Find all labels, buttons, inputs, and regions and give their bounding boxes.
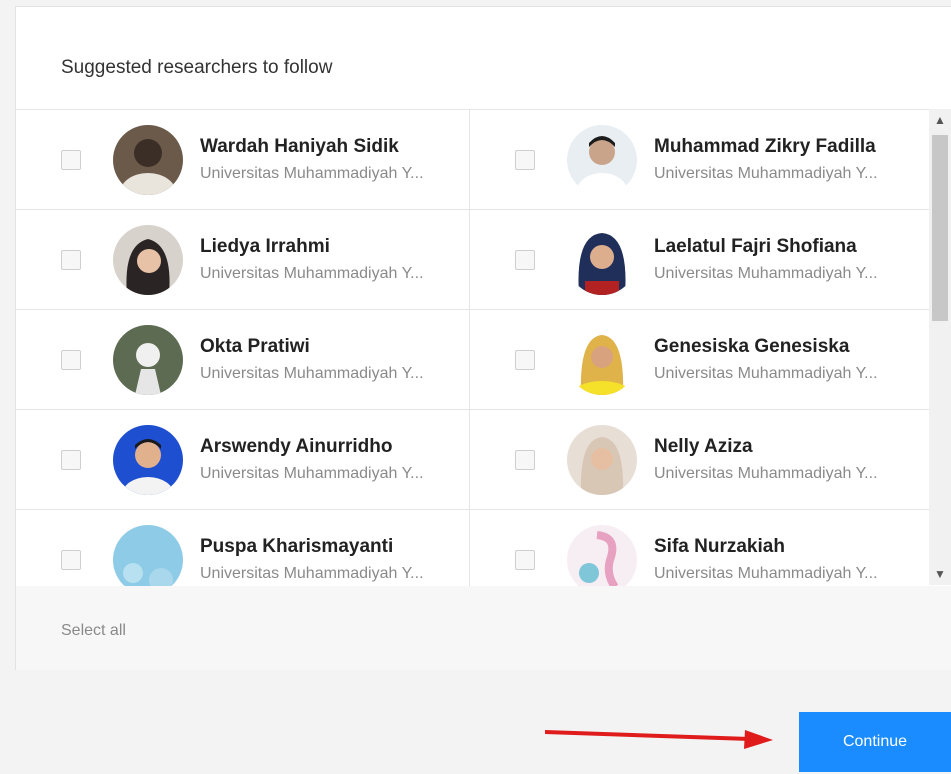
avatar [113, 325, 183, 395]
red-arrow-icon [545, 730, 773, 749]
researcher-card[interactable]: Nelly Aziza Universitas Muhammadiyah Y..… [470, 410, 929, 509]
researcher-affiliation: Universitas Muhammadiyah Y... [654, 365, 878, 382]
follow-checkbox[interactable] [61, 450, 81, 470]
researcher-affiliation: Universitas Muhammadiyah Y... [654, 565, 878, 582]
researcher-name[interactable]: Liedya Irrahmi [200, 236, 330, 258]
avatar [113, 425, 183, 495]
researcher-name[interactable]: Puspa Kharismayanti [200, 536, 393, 558]
avatar [567, 425, 637, 495]
avatar [567, 125, 637, 195]
researcher-row: Arswendy Ainurridho Universitas Muhammad… [16, 410, 929, 510]
follow-checkbox[interactable] [515, 150, 535, 170]
researcher-card[interactable]: Okta Pratiwi Universitas Muhammadiyah Y.… [16, 310, 470, 409]
researcher-name[interactable]: Arswendy Ainurridho [200, 436, 392, 458]
researcher-affiliation: Universitas Muhammadiyah Y... [200, 465, 424, 482]
avatar [567, 325, 637, 395]
researcher-row: Liedya Irrahmi Universitas Muhammadiyah … [16, 210, 929, 310]
avatar [113, 125, 183, 195]
dialog-footer: Select all [16, 586, 951, 670]
researcher-card[interactable]: Puspa Kharismayanti Universitas Muhammad… [16, 510, 470, 586]
avatar [113, 225, 183, 295]
researcher-row: Wardah Haniyah Sidik Universitas Muhamma… [16, 110, 929, 210]
chevron-down-icon[interactable]: ▼ [929, 563, 951, 585]
researcher-affiliation: Universitas Muhammadiyah Y... [200, 165, 424, 182]
researcher-card[interactable]: Genesiska Genesiska Universitas Muhammad… [470, 310, 929, 409]
researcher-list: Wardah Haniyah Sidik Universitas Muhamma… [16, 109, 929, 587]
researcher-card[interactable]: Arswendy Ainurridho Universitas Muhammad… [16, 410, 470, 509]
follow-checkbox[interactable] [61, 550, 81, 570]
researcher-name[interactable]: Laelatul Fajri Shofiana [654, 236, 857, 258]
follow-checkbox[interactable] [515, 450, 535, 470]
researcher-affiliation: Universitas Muhammadiyah Y... [200, 265, 424, 282]
researcher-card[interactable]: Sifa Nurzakiah Universitas Muhammadiyah … [470, 510, 929, 586]
researcher-card[interactable]: Wardah Haniyah Sidik Universitas Muhamma… [16, 110, 470, 209]
select-all-link[interactable]: Select all [61, 622, 126, 640]
chevron-up-icon[interactable]: ▲ [929, 109, 951, 131]
follow-checkbox[interactable] [515, 550, 535, 570]
researcher-card[interactable]: Laelatul Fajri Shofiana Universitas Muha… [470, 210, 929, 309]
researcher-affiliation: Universitas Muhammadiyah Y... [654, 465, 878, 482]
researcher-name[interactable]: Genesiska Genesiska [654, 336, 849, 358]
scrollbar[interactable]: ▲ ▼ [929, 109, 951, 585]
follow-checkbox[interactable] [61, 150, 81, 170]
researcher-name[interactable]: Muhammad Zikry Fadilla [654, 136, 876, 158]
scroll-thumb[interactable] [932, 135, 948, 321]
researcher-card[interactable]: Muhammad Zikry Fadilla Universitas Muham… [470, 110, 929, 209]
researcher-affiliation: Universitas Muhammadiyah Y... [200, 365, 424, 382]
suggested-researchers-dialog: Suggested researchers to follow Wardah H… [15, 6, 951, 670]
follow-checkbox[interactable] [515, 350, 535, 370]
follow-checkbox[interactable] [61, 350, 81, 370]
researcher-name[interactable]: Nelly Aziza [654, 436, 753, 458]
follow-checkbox[interactable] [515, 250, 535, 270]
continue-button[interactable]: Continue [799, 712, 951, 772]
follow-checkbox[interactable] [61, 250, 81, 270]
researcher-row: Okta Pratiwi Universitas Muhammadiyah Y.… [16, 310, 929, 410]
researcher-name[interactable]: Sifa Nurzakiah [654, 536, 785, 558]
dialog-title: Suggested researchers to follow [61, 57, 333, 78]
researcher-name[interactable]: Wardah Haniyah Sidik [200, 136, 399, 158]
avatar [567, 225, 637, 295]
researcher-card[interactable]: Liedya Irrahmi Universitas Muhammadiyah … [16, 210, 470, 309]
researcher-name[interactable]: Okta Pratiwi [200, 336, 310, 358]
avatar [113, 525, 183, 586]
researcher-affiliation: Universitas Muhammadiyah Y... [654, 165, 878, 182]
researcher-row: Puspa Kharismayanti Universitas Muhammad… [16, 510, 929, 586]
avatar [567, 525, 637, 586]
researcher-affiliation: Universitas Muhammadiyah Y... [200, 565, 424, 582]
researcher-affiliation: Universitas Muhammadiyah Y... [654, 265, 878, 282]
